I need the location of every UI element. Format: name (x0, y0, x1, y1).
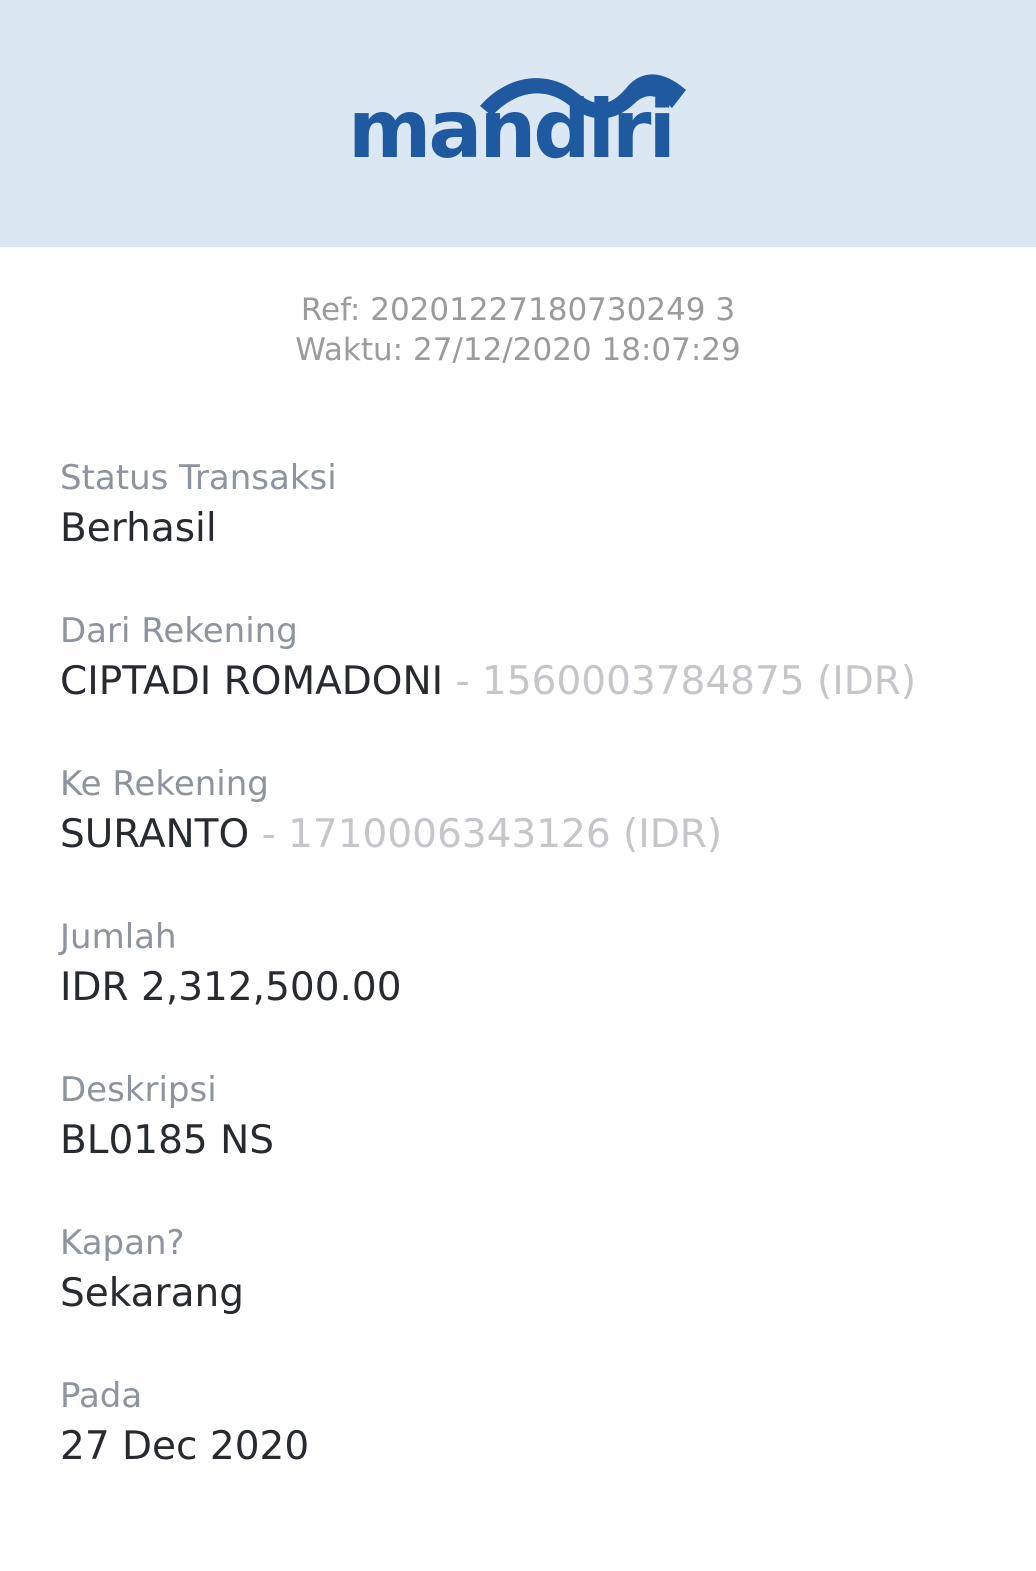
transaction-time: Waktu: 27/12/2020 18:07:29 (295, 332, 741, 368)
when-label: Kapan? (60, 1223, 185, 1263)
logo-wordmark: mandiri (348, 83, 676, 176)
description-field: Deskripsi BL0185 NS (60, 1069, 1000, 1222)
when-field: Kapan? Sekarang (60, 1222, 1000, 1375)
amount-field: Jumlah IDR 2,312,500.00 (60, 916, 1000, 1069)
transaction-details: Status Transaksi Berhasil Dari Rekening … (60, 457, 1000, 1528)
date-label: Pada (60, 1376, 143, 1416)
from-account-label: Dari Rekening (60, 611, 298, 651)
from-account-number: - 1560003784875 (IDR) (443, 659, 917, 704)
status-value: Berhasil (60, 506, 217, 551)
to-account-field: Ke Rekening SURANTO - 1710006343126 (IDR… (60, 763, 1000, 916)
date-field: Pada 27 Dec 2020 (60, 1375, 1000, 1528)
description-label: Deskripsi (60, 1070, 217, 1110)
transaction-reference: Ref: 20201227180730249 3 Waktu: 27/12/20… (0, 290, 1036, 370)
ref-number: Ref: 20201227180730249 3 (300, 292, 736, 328)
to-account-number: - 1710006343126 (IDR) (249, 812, 723, 857)
amount-label: Jumlah (60, 917, 177, 957)
status-label: Status Transaksi (60, 458, 337, 498)
brand-header: mandiri (0, 0, 1036, 247)
mandiri-logo: mandiri (348, 66, 688, 186)
description-value: BL0185 NS (60, 1118, 275, 1163)
from-account-value: CIPTADI ROMADONI - 1560003784875 (IDR) (60, 654, 1000, 710)
status-field: Status Transaksi Berhasil (60, 457, 1000, 610)
when-value: Sekarang (60, 1271, 244, 1316)
date-value: 27 Dec 2020 (60, 1424, 310, 1469)
amount-value: IDR 2,312,500.00 (60, 965, 402, 1010)
from-account-name: CIPTADI ROMADONI (60, 659, 444, 704)
from-account-field: Dari Rekening CIPTADI ROMADONI - 1560003… (60, 610, 1000, 763)
to-account-label: Ke Rekening (60, 764, 269, 804)
to-account-name: SURANTO (60, 812, 250, 857)
to-account-value: SURANTO - 1710006343126 (IDR) (60, 807, 1000, 863)
